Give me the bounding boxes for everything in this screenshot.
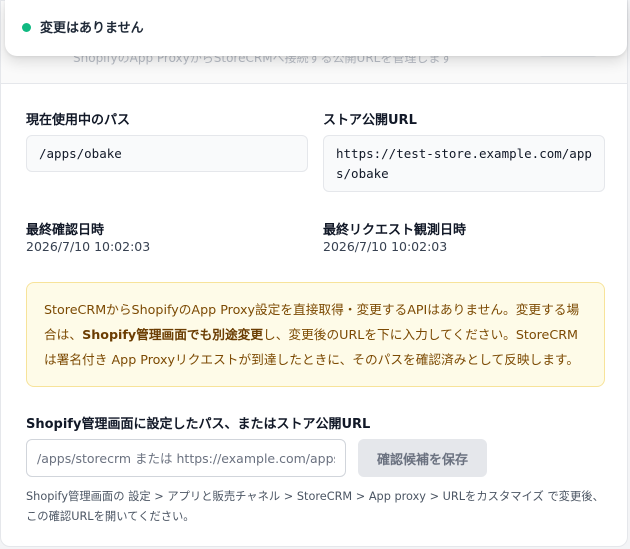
notice-text-bold: Shopify管理画面でも別途変更 [82, 327, 264, 342]
app-proxy-card: ShopifyのApp ProxyからStoreCRMへ接続する公開URLを管理… [0, 0, 628, 547]
last-request-value: 2026/7/10 10:02:03 [323, 239, 448, 254]
toast-message: 変更はありません [40, 21, 144, 36]
public-url-field: https://test-store.example.com/apps/obak… [323, 135, 605, 192]
status-toast: 変更はありません [5, 0, 627, 56]
last-confirmed-label: 最終確認日時 [26, 223, 105, 238]
proxy-url-label: Shopify管理画面に設定したパス、またはストア公開URL [26, 417, 371, 432]
public-url-label: ストア公開URL [323, 113, 417, 128]
save-candidate-button[interactable]: 確認候補を保存 [358, 439, 487, 477]
warning-notice: StoreCRMからShopifyのApp Proxy設定を直接取得・変更するA… [26, 282, 605, 387]
proxy-url-input[interactable] [26, 439, 346, 477]
last-confirmed-value: 2026/7/10 10:02:03 [26, 239, 151, 254]
status-dot-icon [22, 23, 31, 32]
current-path-label: 現在使用中のパス [26, 113, 131, 128]
help-text: Shopify管理画面の 設定 > アプリと販売チャネル > StoreCRM … [26, 490, 604, 523]
current-path-field: /apps/obake [26, 135, 308, 172]
last-request-label: 最終リクエスト観測日時 [323, 223, 467, 238]
